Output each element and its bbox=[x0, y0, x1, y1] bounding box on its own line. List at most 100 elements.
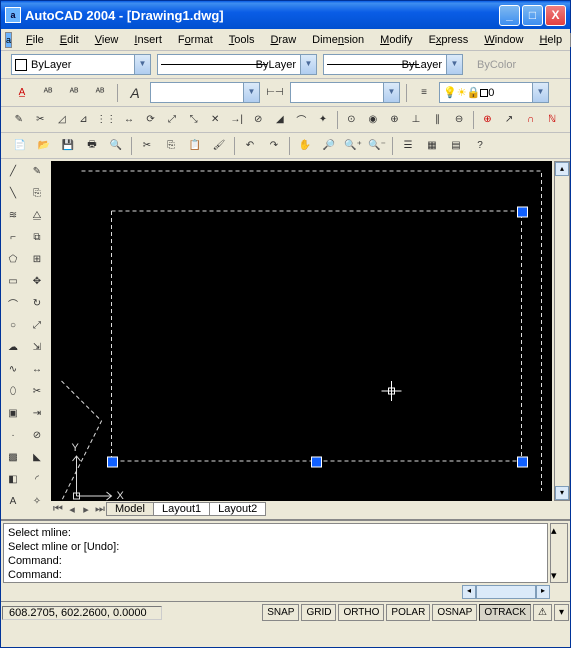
zoom-realtime-button[interactable]: 🔎 bbox=[318, 135, 340, 157]
snap-endpoint-button[interactable]: ⊙ bbox=[342, 109, 362, 131]
text-style-combo[interactable]: ▼ bbox=[150, 82, 260, 103]
rectangle-button[interactable]: ▭ bbox=[3, 271, 23, 291]
temp-track-button[interactable]: ↗ bbox=[499, 109, 519, 131]
menu-window[interactable]: Window bbox=[476, 32, 531, 48]
osnap-toggle[interactable]: OSNAP bbox=[432, 604, 477, 621]
close-button[interactable]: X bbox=[545, 5, 566, 26]
document-icon[interactable]: a bbox=[5, 32, 12, 48]
status-menu-icon[interactable]: ▾ bbox=[554, 604, 569, 621]
canvas-vscrollbar[interactable]: ▴ ▾ bbox=[554, 161, 570, 501]
trim-button[interactable]: ✕ bbox=[205, 109, 225, 131]
stretch-button[interactable]: ⤡ bbox=[184, 109, 204, 131]
save-button[interactable]: 💾 bbox=[57, 135, 79, 157]
point-button[interactable]: · bbox=[3, 425, 23, 445]
snap-center-button[interactable]: ⊕ bbox=[385, 109, 405, 131]
menu-format[interactable]: Format bbox=[170, 32, 221, 48]
move2-button[interactable]: ✥ bbox=[27, 271, 47, 291]
color-combo[interactable]: ByLayer ▼ bbox=[11, 54, 151, 75]
fillet2-button[interactable]: ◜ bbox=[27, 469, 47, 489]
scroll-down-icon[interactable]: ▾ bbox=[555, 486, 569, 500]
dropdown-arrow-icon[interactable]: ▼ bbox=[243, 83, 259, 102]
snap-parallel-button[interactable]: ∥ bbox=[428, 109, 448, 131]
explode-button[interactable]: ✦ bbox=[313, 109, 333, 131]
osnap-none-button[interactable]: ℕ bbox=[542, 109, 562, 131]
toolpalettes-button[interactable]: ▤ bbox=[445, 135, 467, 157]
break2-button[interactable]: ⊘ bbox=[27, 425, 47, 445]
snap-tangent-button[interactable]: ⊖ bbox=[449, 109, 469, 131]
cmd-scroll-up-icon[interactable]: ▴ bbox=[551, 524, 567, 537]
tab-layout2[interactable]: Layout2 bbox=[209, 502, 266, 516]
dropdown-arrow-icon[interactable]: ▼ bbox=[134, 55, 150, 74]
block-button[interactable]: ▣ bbox=[3, 403, 23, 423]
region-button[interactable]: ◧ bbox=[3, 469, 23, 489]
scale-button[interactable]: ⤢ bbox=[162, 109, 182, 131]
find-text-button[interactable]: A̲ bbox=[11, 82, 33, 104]
maximize-button[interactable]: □ bbox=[522, 5, 543, 26]
lineweight-combo[interactable]: ByLayer ▼ bbox=[323, 54, 463, 75]
menu-dimension[interactable]: Dimension bbox=[304, 32, 372, 48]
dim-style-combo[interactable]: ▼ bbox=[290, 82, 400, 103]
mline-button[interactable]: ≋ bbox=[3, 205, 23, 225]
line-button[interactable]: ╱ bbox=[3, 161, 23, 181]
mirror2-button[interactable]: ⧋ bbox=[27, 205, 47, 225]
menu-file[interactable]: File bbox=[18, 32, 52, 48]
snap-from-button[interactable]: ∩ bbox=[521, 109, 541, 131]
menu-tools[interactable]: Tools bbox=[221, 32, 263, 48]
layer-manager-button[interactable]: ≡ bbox=[413, 82, 435, 104]
menu-draw[interactable]: Draw bbox=[262, 32, 304, 48]
menu-modify[interactable]: Modify bbox=[372, 32, 420, 48]
rotate-button[interactable]: ⟳ bbox=[141, 109, 161, 131]
tab-last-button[interactable]: ⏭ bbox=[93, 503, 107, 516]
tab-model[interactable]: Model bbox=[106, 502, 154, 516]
array-button[interactable]: ⋮⋮ bbox=[95, 109, 117, 131]
cmd-scroll-down-icon[interactable]: ▾ bbox=[551, 569, 567, 582]
tab-first-button[interactable]: ⏮ bbox=[51, 503, 65, 516]
pan-button[interactable]: ✋ bbox=[294, 135, 316, 157]
snap-midpoint-button[interactable]: ◉ bbox=[363, 109, 383, 131]
fillet-button[interactable]: ⌒ bbox=[292, 109, 312, 131]
snap-toggle[interactable]: SNAP bbox=[262, 604, 299, 621]
dropdown-arrow-icon[interactable]: ▼ bbox=[446, 55, 462, 74]
copy-clip-button[interactable]: ⎘ bbox=[160, 135, 182, 157]
stretch2-button[interactable]: ⇲ bbox=[27, 337, 47, 357]
scale2-button[interactable]: ⤢ bbox=[27, 315, 47, 335]
dropdown-arrow-icon[interactable]: ▼ bbox=[383, 83, 399, 102]
menu-insert[interactable]: Insert bbox=[126, 32, 170, 48]
properties-button[interactable]: ☰ bbox=[397, 135, 419, 157]
new-button[interactable]: 📄 bbox=[9, 135, 31, 157]
otrack-toggle[interactable]: OTRACK bbox=[479, 604, 531, 621]
break-button[interactable]: ⊘ bbox=[248, 109, 268, 131]
chamfer-button[interactable]: ◢ bbox=[270, 109, 290, 131]
cut-button[interactable]: ✂ bbox=[136, 135, 158, 157]
drawing-canvas[interactable]: X Y bbox=[51, 161, 552, 501]
copy2-button[interactable]: ⎘ bbox=[27, 183, 47, 203]
match-props-button[interactable]: 🖌 bbox=[208, 135, 230, 157]
zoom-previous-button[interactable]: 🔍⁻ bbox=[366, 135, 388, 157]
lengthen-button[interactable]: ↔ bbox=[27, 359, 47, 379]
trim2-button[interactable]: ✂ bbox=[27, 381, 47, 401]
ellipse-button[interactable]: ⬯ bbox=[3, 381, 23, 401]
cmd-scroll-left-icon[interactable]: ◂ bbox=[462, 585, 476, 599]
polar-toggle[interactable]: POLAR bbox=[386, 604, 430, 621]
spell-check-button[interactable]: ᴬᴮ bbox=[89, 82, 111, 104]
revcloud-button[interactable]: ☁ bbox=[3, 337, 23, 357]
status-tray-icon[interactable]: ⚠ bbox=[533, 604, 552, 621]
menu-edit[interactable]: Edit bbox=[52, 32, 87, 48]
minimize-button[interactable]: _ bbox=[499, 5, 520, 26]
menu-view[interactable]: View bbox=[87, 32, 127, 48]
cmd-scroll-thumb[interactable] bbox=[476, 585, 536, 599]
text-tool-button[interactable]: A bbox=[124, 82, 146, 104]
explode2-button[interactable]: ✧ bbox=[27, 491, 47, 511]
tab-next-button[interactable]: ▸ bbox=[79, 503, 93, 516]
snap-perp-button[interactable]: ⊥ bbox=[406, 109, 426, 131]
scroll-up-icon[interactable]: ▴ bbox=[555, 162, 569, 176]
circle-button[interactable]: ○ bbox=[3, 315, 23, 335]
linetype-combo[interactable]: ByLayer ▼ bbox=[157, 54, 317, 75]
erase2-button[interactable]: ✎ bbox=[27, 161, 47, 181]
menu-express[interactable]: Express bbox=[421, 32, 477, 48]
xline-button[interactable]: ╲ bbox=[3, 183, 23, 203]
arc-button[interactable]: ⌒ bbox=[3, 293, 23, 313]
mirror-button[interactable]: ◿ bbox=[52, 109, 72, 131]
osnap-settings-button[interactable]: ⊕ bbox=[478, 109, 498, 131]
rotate2-button[interactable]: ↻ bbox=[27, 293, 47, 313]
